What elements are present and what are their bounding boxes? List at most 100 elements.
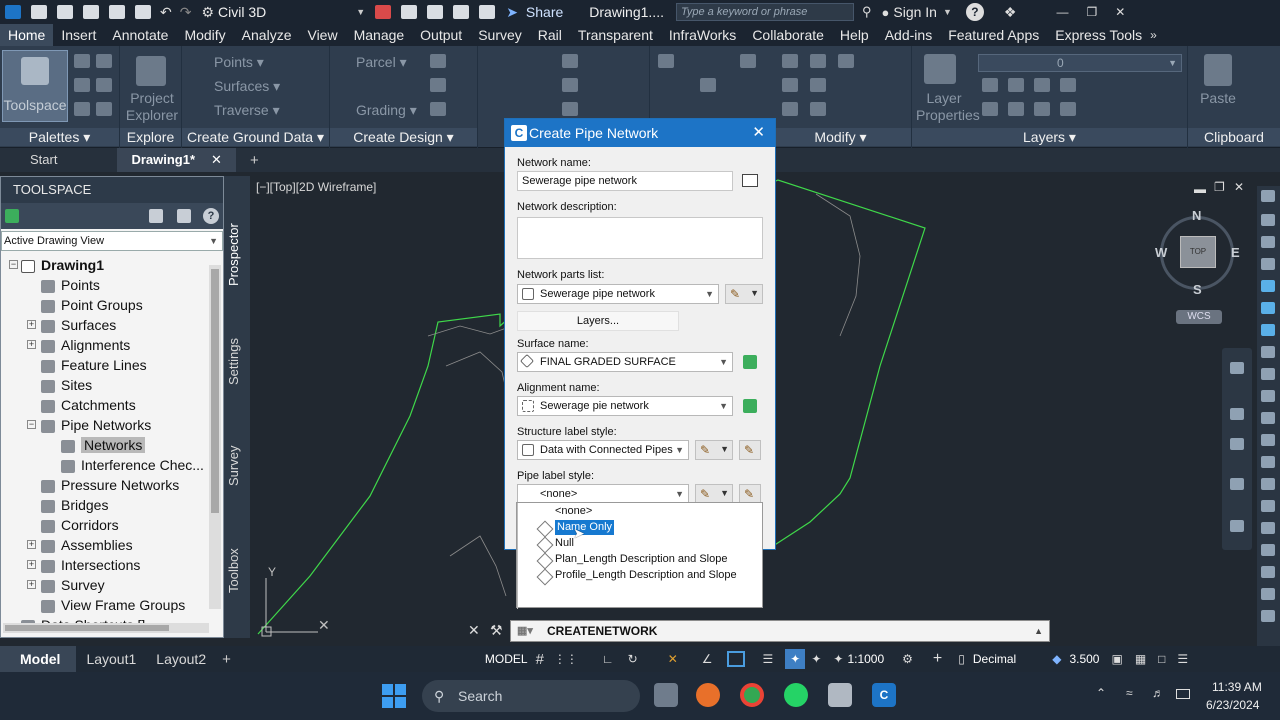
steering-wheel-icon[interactable] <box>1230 362 1244 374</box>
windows-start-icon[interactable] <box>382 684 406 708</box>
tab-featured-apps[interactable]: Featured Apps <box>940 24 1047 46</box>
grading-button[interactable]: Grading ▾ <box>356 102 417 119</box>
tab-express-tools[interactable]: Express Tools <box>1047 24 1150 46</box>
layer-tool-3-icon[interactable] <box>1034 78 1050 92</box>
surfaces-button[interactable]: Surfaces ▾ <box>214 78 280 95</box>
viewport-minimize-icon[interactable]: ▬ <box>1194 182 1206 196</box>
right-tool-14-icon[interactable] <box>1261 478 1275 490</box>
move-tool-icon[interactable] <box>782 54 798 68</box>
panel-title-explore[interactable]: Explore <box>120 128 181 146</box>
points-button[interactable]: Points ▾ <box>214 54 264 71</box>
zoom-extents-icon[interactable] <box>1230 438 1244 450</box>
compass-north[interactable]: N <box>1192 208 1201 223</box>
showmotion-icon[interactable] <box>1230 520 1244 532</box>
units-icon[interactable]: ▯ <box>958 652 965 666</box>
tab-analyze[interactable]: Analyze <box>234 24 300 46</box>
tree-expander-icon[interactable]: − <box>27 420 36 429</box>
annotation-visibility-icon[interactable]: ✦ <box>785 649 806 669</box>
tree-expander-icon[interactable]: + <box>27 580 36 589</box>
viewport-controls-label[interactable]: [−][Top][2D Wireframe] <box>256 180 376 194</box>
toolspace-grid-icon[interactable] <box>177 209 191 223</box>
tree-scrollbar[interactable] <box>209 265 221 609</box>
whatsapp-icon[interactable] <box>784 683 808 707</box>
panel-title-layers[interactable]: Layers ▾ <box>912 128 1187 146</box>
viewport-restore-icon[interactable]: ❐ <box>1214 180 1225 194</box>
clock-time[interactable]: 11:39 AM <box>1212 680 1262 694</box>
panel-title-create-ground-data[interactable]: Create Ground Data ▾ <box>182 128 329 146</box>
right-tool-2-icon[interactable] <box>1261 214 1275 226</box>
compass-east[interactable]: E <box>1231 245 1240 260</box>
right-tool-18-icon[interactable] <box>1261 566 1275 578</box>
osnap-track-icon[interactable]: ∠ <box>702 652 713 666</box>
orbit-icon[interactable] <box>1230 478 1244 490</box>
tree-item-feature-lines[interactable]: Feature Lines <box>41 355 147 375</box>
palette-tool-4-icon[interactable] <box>96 78 112 92</box>
tab-home[interactable]: Home <box>0 24 54 46</box>
toolspace-color-icon[interactable] <box>5 209 19 223</box>
structure-style-pick-button[interactable]: ✎ <box>739 440 761 460</box>
layer-tool-5-icon[interactable] <box>982 102 998 116</box>
traverse-button[interactable]: Traverse ▾ <box>214 102 280 119</box>
battery-icon[interactable] <box>1176 689 1190 699</box>
network-description-field[interactable] <box>517 217 763 259</box>
clock-date[interactable]: 6/23/2024 <box>1206 698 1259 712</box>
units-value[interactable]: Decimal <box>973 652 1016 666</box>
side-tab-settings[interactable]: Settings <box>226 332 248 392</box>
dialog-title-bar[interactable]: C Create Pipe Network ✕ <box>505 119 775 147</box>
option-profile-length[interactable]: Profile_Length Description and Slope <box>555 568 737 583</box>
layer-properties-button[interactable]: Layer Properties <box>916 90 980 124</box>
right-tool-3-icon[interactable] <box>1261 236 1275 248</box>
tab-start[interactable]: Start <box>0 148 117 172</box>
side-tab-prospector[interactable]: Prospector <box>226 218 248 292</box>
help-icon[interactable]: ? <box>965 3 984 21</box>
pipe-style-pick-button[interactable]: ✎ <box>739 484 761 504</box>
layer-dropdown[interactable]: 0 ▼ <box>978 54 1182 72</box>
tab-model[interactable]: Model <box>0 646 77 672</box>
command-line[interactable]: ▦▾ CREATENETWORK ▲ <box>510 620 1050 642</box>
scale-tool-icon[interactable] <box>782 102 798 116</box>
tree-item-alignments[interactable]: Alignments <box>41 335 130 355</box>
tree-item-interference-chec[interactable]: Interference Chec... <box>61 455 204 475</box>
open-icon[interactable] <box>57 5 73 19</box>
right-tool-17-icon[interactable] <box>1261 544 1275 556</box>
chrome-icon[interactable] <box>740 683 764 707</box>
structure-label-style-select[interactable]: Data with Connected Pipes ▼ <box>517 440 689 460</box>
new-icon[interactable] <box>31 5 47 19</box>
right-tool-9-icon[interactable] <box>1261 368 1275 380</box>
restore-window-icon[interactable]: ❐ <box>1086 5 1097 19</box>
right-tool-6-icon[interactable] <box>1261 302 1275 314</box>
clean-screen-icon[interactable]: □ <box>1158 652 1165 666</box>
layers-button[interactable]: Layers... <box>517 311 679 331</box>
palette-tool-5-icon[interactable] <box>74 102 90 116</box>
right-tool-4-icon[interactable] <box>1261 258 1275 270</box>
lineweight-icon[interactable]: ☰ <box>763 652 774 666</box>
tray-chevron-icon[interactable]: ⌃ <box>1096 686 1106 700</box>
close-tab-icon[interactable]: ✕ <box>211 152 222 167</box>
right-tool-20-icon[interactable] <box>1261 610 1275 622</box>
close-window-icon[interactable]: ✕ <box>1115 5 1125 19</box>
toolspace-help-icon[interactable]: ? <box>203 208 219 224</box>
annotation-scale-value[interactable]: 1:1000 <box>847 652 884 666</box>
command-expand-icon[interactable]: ▲ <box>1034 621 1043 641</box>
elevation-value[interactable]: 3.500 <box>1069 652 1099 666</box>
layer-tool-4-icon[interactable] <box>1060 78 1076 92</box>
quick-tool-2-icon[interactable] <box>401 5 418 19</box>
workspace-name[interactable]: Civil 3D <box>218 4 266 20</box>
palette-tool-3-icon[interactable] <box>74 78 90 92</box>
tree-item-points[interactable]: Points <box>41 275 100 295</box>
tree-item-surfaces[interactable]: Surfaces <box>41 315 116 335</box>
right-tool-15-icon[interactable] <box>1261 500 1275 512</box>
compass-west[interactable]: W <box>1155 245 1167 260</box>
data-shortcut-icon[interactable] <box>562 102 578 116</box>
tree-scrollbar-thumb[interactable] <box>211 269 219 513</box>
tab-layout1[interactable]: Layout1 <box>76 646 146 672</box>
right-tool-16-icon[interactable] <box>1261 522 1275 534</box>
pick-alignment-icon[interactable] <box>743 399 757 413</box>
sign-in-button[interactable]: Sign In <box>893 4 937 20</box>
dialog-close-icon[interactable]: ✕ <box>752 119 765 147</box>
right-tool-10-icon[interactable] <box>1261 390 1275 402</box>
annotation-scale-icon[interactable]: ✦ <box>833 652 843 666</box>
new-layout-icon[interactable]: + <box>222 651 231 668</box>
selection-cycling-icon[interactable] <box>726 651 745 667</box>
right-tool-5-icon[interactable] <box>1261 280 1275 292</box>
